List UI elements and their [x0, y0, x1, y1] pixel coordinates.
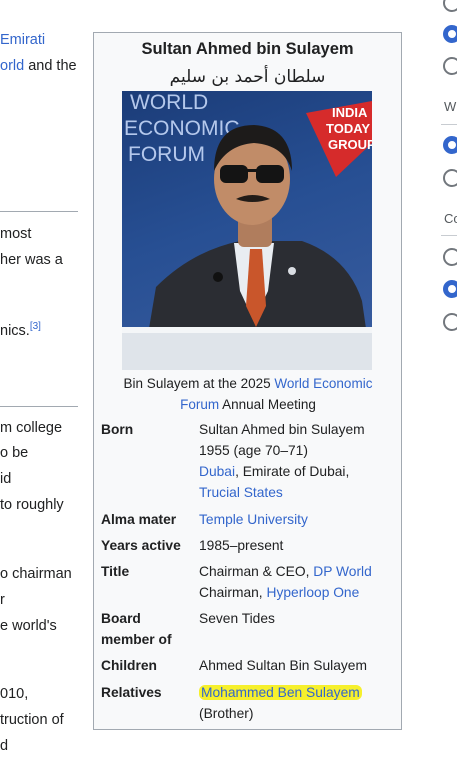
- row-value: Sultan Ahmed bin Sulayem 1955 (age 70–71…: [199, 419, 399, 503]
- row-value: Seven Tides: [199, 611, 275, 626]
- panel-section-label: Wi: [444, 99, 457, 114]
- article-text-line: truction of: [0, 712, 64, 728]
- radio-option-selected[interactable]: [443, 280, 457, 298]
- born-year: 1955 (age 70–71): [199, 443, 308, 458]
- link-trucial-states[interactable]: Trucial States: [199, 485, 283, 500]
- born-place: Dubai, Emirate of Dubai,: [199, 464, 350, 479]
- row-value: 1985–present: [199, 538, 284, 553]
- radio-option[interactable]: [443, 0, 457, 12]
- link-mohammed-ben-sulayem[interactable]: Mohammed Ben Sulayem: [199, 685, 362, 700]
- row-board-member: Board member of Seven Tides: [101, 608, 397, 652]
- row-years-active: Years active 1985–present: [101, 535, 397, 557]
- row-label: Board member of: [101, 611, 172, 647]
- relative-note: (Brother): [199, 706, 254, 721]
- row-value: Mohammed Ben Sulayem (Brother): [199, 682, 399, 724]
- link-temple-university[interactable]: Temple University: [199, 512, 308, 527]
- svg-text:INDIA TODAY: INDIA TODAY GROUP: [326, 105, 372, 152]
- article-text-line: most: [0, 226, 32, 242]
- row-alma-mater: Alma mater Temple University: [101, 509, 397, 531]
- panel-divider: [441, 235, 457, 236]
- radio-option[interactable]: [443, 57, 457, 75]
- row-label: Alma mater: [101, 512, 177, 527]
- radio-option[interactable]: [443, 313, 457, 331]
- radio-option[interactable]: [443, 169, 457, 187]
- article-text-line: nics.[3]: [0, 321, 41, 339]
- link-hyperloop-one[interactable]: Hyperloop One: [266, 585, 359, 600]
- row-born: Born Sultan Ahmed bin Sulayem 1955 (age …: [101, 419, 397, 505]
- article-text-line: orld and the: [0, 58, 77, 74]
- article-link-emirati[interactable]: Emirati: [0, 30, 45, 50]
- article-text-line: d: [0, 738, 9, 754]
- radio-option-selected[interactable]: [443, 136, 457, 154]
- appearance-panel: Wi Co: [438, 0, 457, 769]
- radio-option-selected[interactable]: [443, 25, 457, 43]
- article-text-line: e world's: [0, 618, 57, 634]
- row-value: Ahmed Sultan Bin Sulayem: [199, 658, 367, 673]
- radio-option[interactable]: [443, 248, 457, 266]
- portrait-illustration: WORLD ECONOMIC FORUM INDIA TODAY GROUP: [122, 91, 372, 370]
- article-text-column: Emirati orld and the most her was a nics…: [0, 0, 80, 769]
- article-text-line: o chairman: [0, 566, 72, 582]
- article-text-line: her was a: [0, 252, 63, 268]
- panel-section-label: Co: [444, 211, 457, 226]
- row-label: Years active: [101, 538, 181, 553]
- row-children: Children Ahmed Sultan Bin Sulayem: [101, 655, 397, 677]
- india-today-logo: INDIA TODAY GROUP: [306, 101, 372, 177]
- section-divider: [0, 406, 78, 407]
- section-divider: [0, 211, 78, 212]
- link-dubai[interactable]: Dubai: [199, 464, 235, 479]
- row-value: Chairman & CEO, DP World Chairman, Hyper…: [199, 564, 372, 600]
- article-link-dp-world[interactable]: orld: [0, 58, 24, 74]
- row-label: Relatives: [101, 685, 162, 700]
- article-text-line: to roughly: [0, 497, 64, 513]
- infobox-caption: Bin Sulayem at the 2025 World Economic F…: [123, 376, 373, 412]
- panel-divider: [441, 124, 457, 125]
- link-dp-world[interactable]: DP World: [313, 564, 372, 579]
- row-relatives: Relatives Mohammed Ben Sulayem (Brother): [101, 682, 397, 726]
- article-text-line: r: [0, 592, 5, 608]
- born-name: Sultan Ahmed bin Sulayem: [199, 422, 365, 437]
- article-text-line: m college: [0, 420, 63, 436]
- article-text-line: 010,: [0, 686, 29, 702]
- article-text-line: o be: [0, 445, 29, 461]
- row-label: Children: [101, 658, 157, 673]
- infobox-photo[interactable]: WORLD ECONOMIC FORUM INDIA TODAY GROUP: [122, 91, 372, 370]
- infobox-native-name: سلطان أحمد بن سليم: [169, 67, 326, 87]
- reference-link[interactable]: [3]: [30, 321, 41, 332]
- row-label: Born: [101, 422, 134, 437]
- row-title: Title Chairman & CEO, DP World Chairman,…: [101, 561, 397, 605]
- infobox: Sultan Ahmed bin Sulayem سلطان أحمد بن س…: [93, 32, 402, 730]
- infobox-title: Sultan Ahmed bin Sulayem: [141, 40, 354, 58]
- row-label: Title: [101, 564, 130, 579]
- article-text-line: id: [0, 471, 12, 487]
